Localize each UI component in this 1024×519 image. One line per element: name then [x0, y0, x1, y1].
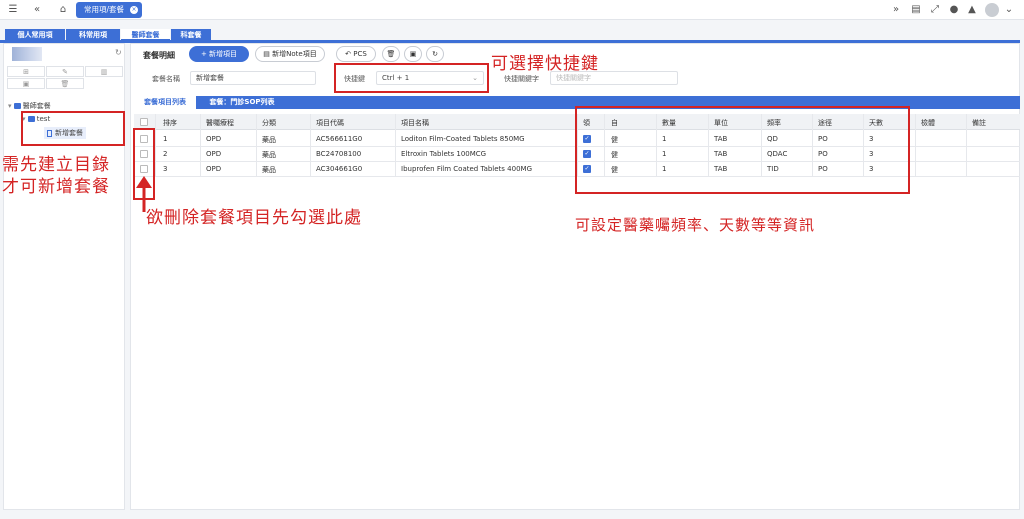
annotation-shortcut: 可選擇快捷鍵	[491, 54, 599, 74]
settings-highlight-box	[575, 106, 910, 194]
tree-root[interactable]: ▾ 醫師套餐	[8, 101, 51, 111]
note-icon: ▤	[263, 50, 273, 58]
save-icon[interactable]: ▣	[404, 46, 422, 62]
cell-code: AC566611G0	[316, 135, 363, 143]
folder-highlight-box	[21, 111, 125, 146]
refresh-icon[interactable]: ↻	[115, 48, 122, 57]
cell-name: Loditon Film-Coated Tablets 850MG	[401, 135, 525, 143]
chevron-down-icon[interactable]: ⌄	[1002, 3, 1016, 17]
tab-common-items[interactable]: 常用項/套餐 ×	[76, 2, 142, 18]
home-icon[interactable]: ⌂	[56, 3, 70, 17]
header-course: 醫囑療程	[206, 119, 234, 127]
avatar[interactable]	[985, 3, 999, 17]
header-specimen: 檢體	[921, 119, 935, 127]
save-button[interactable]: ▣	[7, 78, 45, 89]
annotation-folder-line2: 才可新增套餐	[2, 177, 110, 197]
double-chevron-left-icon[interactable]: «	[30, 3, 44, 17]
cell-seq: 2	[163, 150, 168, 158]
cell-course: OPD	[206, 135, 222, 143]
tab-sop-list[interactable]: 套餐：門診SOP列表	[200, 96, 284, 109]
cell-seq: 1	[163, 135, 168, 143]
header-category: 分類	[262, 119, 276, 127]
cell-code: BC24708100	[316, 150, 362, 158]
trash-icon[interactable]: 🗑	[46, 78, 84, 89]
header-seq: 排序	[163, 119, 177, 127]
delete-icon[interactable]: 🗑	[382, 46, 400, 62]
section-title: 套餐明細	[143, 51, 175, 60]
add-folder-button[interactable]: ⊞	[7, 66, 45, 77]
hamburger-icon[interactable]: ☰	[6, 3, 20, 17]
cell-seq: 3	[163, 165, 168, 173]
delete-button[interactable]: ▥	[85, 66, 123, 77]
arrow-icon	[136, 176, 152, 212]
blurred-header	[12, 47, 42, 61]
cell-category: 藥品	[262, 151, 276, 159]
cell-category: 藥品	[262, 136, 276, 144]
expand-icon[interactable]: ⤢	[928, 3, 942, 17]
annotation-settings: 可設定醫藥囑頻率、天數等等資訊	[575, 216, 816, 234]
header-name: 項目名稱	[401, 119, 429, 127]
cell-course: OPD	[206, 165, 222, 173]
close-icon[interactable]: ×	[130, 6, 138, 14]
tab-set-items[interactable]: 套餐項目列表	[134, 96, 196, 109]
pcs-button[interactable]: ↶ PCS	[336, 46, 376, 62]
tab-label: 常用項/套餐	[84, 5, 125, 14]
add-note-button[interactable]: ▤ 新增Note項目	[255, 46, 325, 62]
cell-name: Ibuprofen Film Coated Tablets 400MG	[401, 165, 533, 173]
select-all-checkbox[interactable]	[140, 118, 148, 126]
bell-icon[interactable]: ▲	[965, 3, 979, 17]
header-code: 項目代碼	[316, 119, 344, 127]
document-icon[interactable]: ▤	[909, 3, 923, 17]
cell-name: Eltroxin Tablets 100MCG	[401, 150, 487, 158]
annotation-delete: 欲刪除套餐項目先勾選此處	[146, 208, 362, 228]
set-name-label: 套餐名稱	[152, 75, 180, 83]
double-chevron-right-icon[interactable]: »	[889, 3, 903, 17]
cell-code: AC304661G0	[316, 165, 363, 173]
keyword-label: 快捷關鍵字	[504, 75, 539, 83]
refresh-icon[interactable]: ↻	[426, 46, 444, 62]
chat-icon[interactable]: ●	[947, 3, 961, 17]
top-bar: ☰ « ⌂ 常用項/套餐 × » ▤ ⤢ ● ▲ ⌄	[0, 0, 1024, 20]
folder-icon	[13, 103, 21, 109]
add-item-button[interactable]: + 新增項目	[189, 46, 249, 62]
cell-category: 藥品	[262, 166, 276, 174]
edit-button[interactable]: ✎	[46, 66, 84, 77]
set-name-input[interactable]: 新增套餐	[190, 71, 316, 85]
cell-course: OPD	[206, 150, 222, 158]
header-remark: 備註	[972, 119, 986, 127]
shortcut-highlight-box	[334, 63, 489, 93]
